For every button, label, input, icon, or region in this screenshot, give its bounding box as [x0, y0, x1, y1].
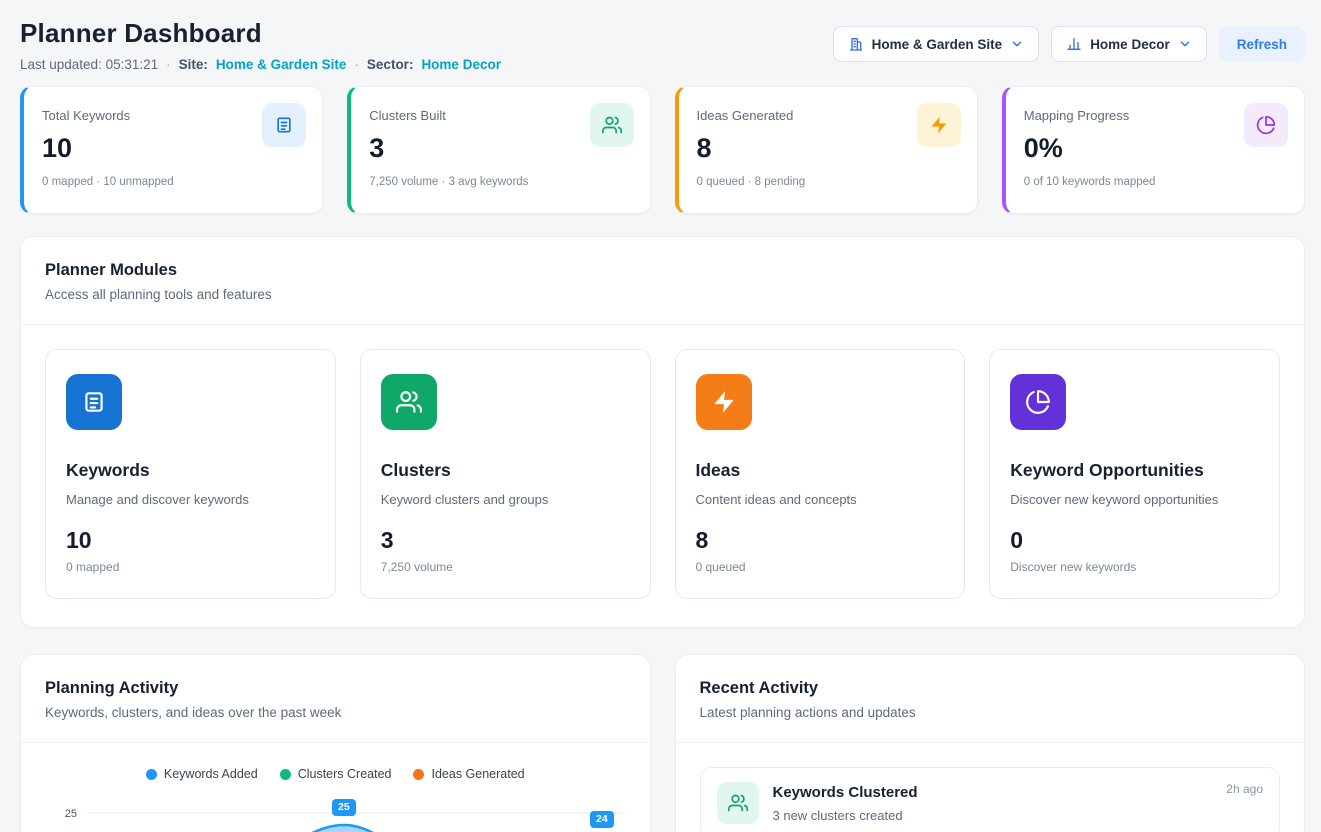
panel-title: Planning Activity — [45, 679, 626, 698]
modules-grid: Keywords Manage and discover keywords 10… — [45, 349, 1280, 599]
legend-item-ideas-generated: Ideas Generated — [413, 767, 524, 781]
sector-dropdown[interactable]: Home Decor — [1051, 26, 1207, 62]
chevron-down-icon — [1178, 37, 1192, 51]
pie-chart-icon — [1010, 374, 1066, 430]
page-header: Planner Dashboard Last updated: 05:31:21… — [20, 18, 1305, 72]
module-footnote: 0 queued — [696, 560, 945, 574]
sector-dropdown-label: Home Decor — [1090, 37, 1170, 52]
divider — [21, 324, 1304, 325]
stat-footnote: 0 queued · 8 pending — [697, 176, 959, 188]
legend-dot-orange — [413, 769, 424, 780]
module-description: Content ideas and concepts — [696, 492, 945, 507]
module-footnote: Discover new keywords — [1010, 560, 1259, 574]
stat-footnote: 0 mapped · 10 unmapped — [42, 176, 304, 188]
module-card-keywords[interactable]: Keywords Manage and discover keywords 10… — [45, 349, 336, 599]
module-title: Keyword Opportunities — [1010, 460, 1259, 481]
legend-label: Keywords Added — [164, 767, 258, 781]
legend-item-keywords-added: Keywords Added — [146, 767, 258, 781]
module-title: Ideas — [696, 460, 945, 481]
activity-item-title: Keywords Clustered — [773, 784, 918, 801]
bar-chart-icon — [1066, 36, 1082, 52]
legend-dot-green — [280, 769, 291, 780]
users-icon — [590, 103, 634, 147]
module-description: Manage and discover keywords — [66, 492, 315, 507]
legend-dot-blue — [146, 769, 157, 780]
activity-item-keywords-clustered[interactable]: Keywords Clustered 3 new clusters create… — [700, 767, 1281, 832]
legend-item-clusters-created: Clusters Created — [280, 767, 392, 781]
page-title: Planner Dashboard — [20, 18, 501, 49]
activity-item-content: Keywords Clustered 3 new clusters create… — [773, 782, 918, 824]
y-axis-tick: 25 — [65, 808, 77, 820]
module-description: Discover new keyword opportunities — [1010, 492, 1259, 507]
stat-card-clusters-built: Clusters Built 3 7,250 volume · 3 avg ke… — [347, 86, 650, 214]
module-value: 3 — [381, 527, 630, 554]
page-subline: Last updated: 05:31:21 · Site: Home & Ga… — [20, 57, 501, 72]
last-updated-text: Last updated: 05:31:21 — [20, 57, 158, 72]
pie-chart-icon — [1244, 103, 1288, 147]
page-header-left: Planner Dashboard Last updated: 05:31:21… — [20, 18, 501, 72]
site-dropdown[interactable]: Home & Garden Site — [833, 26, 1040, 62]
module-title: Keywords — [66, 460, 315, 481]
planning-activity-panel: Planning Activity Keywords, clusters, an… — [20, 654, 651, 832]
module-footnote: 7,250 volume — [381, 560, 630, 574]
bolt-icon — [696, 374, 752, 430]
document-icon — [262, 103, 306, 147]
users-icon — [717, 782, 759, 824]
stat-card-total-keywords: Total Keywords 10 0 mapped · 10 unmapped — [20, 86, 323, 214]
legend-label: Ideas Generated — [431, 767, 524, 781]
sector-label: Sector: — [367, 57, 414, 72]
sector-link[interactable]: Home Decor — [421, 57, 501, 72]
chevron-down-icon — [1010, 37, 1024, 51]
module-value: 10 — [66, 527, 315, 554]
site-link[interactable]: Home & Garden Site — [216, 57, 347, 72]
stats-row: Total Keywords 10 0 mapped · 10 unmapped… — [20, 86, 1305, 214]
separator-dot: · — [166, 57, 171, 72]
bolt-icon — [917, 103, 961, 147]
panel-title: Recent Activity — [700, 679, 1281, 698]
activity-item-time: 2h ago — [1226, 782, 1263, 824]
module-title: Clusters — [381, 460, 630, 481]
module-value: 8 — [696, 527, 945, 554]
site-dropdown-label: Home & Garden Site — [872, 37, 1003, 52]
panel-subtitle: Access all planning tools and features — [45, 287, 1280, 302]
module-card-keyword-opportunities[interactable]: Keyword Opportunities Discover new keywo… — [989, 349, 1280, 599]
users-icon — [381, 374, 437, 430]
activity-item-description: 3 new clusters created — [773, 808, 918, 823]
document-icon — [66, 374, 122, 430]
chart-legend: Keywords Added Clusters Created Ideas Ge… — [45, 767, 626, 781]
refresh-button[interactable]: Refresh — [1219, 27, 1305, 62]
planner-dashboard-page: Planner Dashboard Last updated: 05:31:21… — [0, 0, 1321, 832]
point-label-badge: 25 — [332, 799, 356, 816]
activity-chart: 25 25 24 — [45, 791, 626, 832]
panel-title: Planner Modules — [45, 261, 1280, 280]
module-footnote: 0 mapped — [66, 560, 315, 574]
stat-card-mapping-progress: Mapping Progress 0% 0 of 10 keywords map… — [1002, 86, 1305, 214]
module-card-clusters[interactable]: Clusters Keyword clusters and groups 3 7… — [360, 349, 651, 599]
building-icon — [848, 36, 864, 52]
separator-dot: · — [354, 57, 359, 72]
divider — [21, 742, 650, 743]
module-value: 0 — [1010, 527, 1259, 554]
module-description: Keyword clusters and groups — [381, 492, 630, 507]
planner-modules-panel: Planner Modules Access all planning tool… — [20, 236, 1305, 628]
panel-subtitle: Keywords, clusters, and ideas over the p… — [45, 705, 626, 720]
recent-activity-panel: Recent Activity Latest planning actions … — [675, 654, 1306, 832]
header-controls: Home & Garden Site Home Decor Refresh — [833, 18, 1305, 62]
stat-footnote: 7,250 volume · 3 avg keywords — [369, 176, 631, 188]
stat-card-ideas-generated: Ideas Generated 8 0 queued · 8 pending — [675, 86, 978, 214]
bottom-row: Planning Activity Keywords, clusters, an… — [20, 654, 1305, 832]
site-label: Site: — [179, 57, 208, 72]
legend-label: Clusters Created — [298, 767, 392, 781]
point-label-badge: 24 — [590, 811, 614, 828]
stat-footnote: 0 of 10 keywords mapped — [1024, 176, 1286, 188]
panel-subtitle: Latest planning actions and updates — [700, 705, 1281, 720]
divider — [676, 742, 1305, 743]
module-card-ideas[interactable]: Ideas Content ideas and concepts 8 0 que… — [675, 349, 966, 599]
